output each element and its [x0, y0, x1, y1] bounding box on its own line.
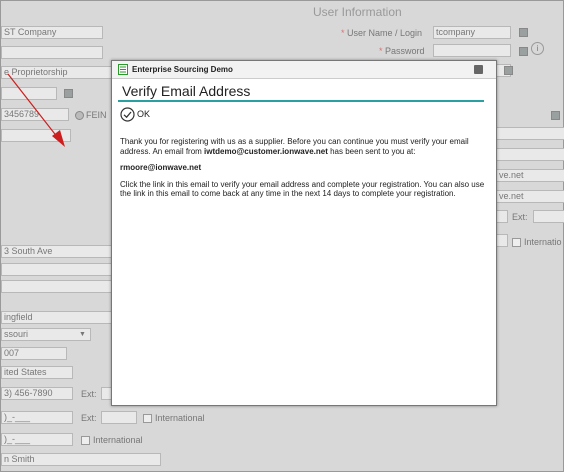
ok-label: OK	[137, 109, 151, 119]
modal-titlebar: Enterprise Sourcing Demo	[112, 61, 496, 79]
fein-radio-label[interactable]: FEIN	[75, 110, 107, 121]
phone-field[interactable]: 3) 456-7890	[1, 387, 73, 400]
contact-name-field[interactable]: n Smith	[1, 453, 161, 466]
phone-ext-label: Ext:	[81, 389, 97, 399]
mobile-intl-checkbox[interactable]	[81, 436, 90, 446]
fax-field[interactable]: )_-___	[1, 411, 73, 424]
red-arrow-annotation	[7, 73, 65, 147]
confirm-email-field[interactable]: ve.net	[496, 190, 564, 203]
modal-close-icon[interactable]	[474, 65, 483, 74]
right-ext-label: Ext:	[512, 212, 528, 222]
ok-button[interactable]: OK	[120, 106, 150, 122]
right-phone-field[interactable]	[496, 210, 508, 223]
dba-field[interactable]	[1, 46, 103, 59]
modal-window-title: Enterprise Sourcing Demo	[132, 65, 233, 74]
verify-email-modal: Enterprise Sourcing Demo Verify Email Ad…	[111, 60, 497, 406]
check-circle-icon	[120, 106, 135, 122]
email-field[interactable]: ve.net	[496, 169, 564, 182]
username-label: * User Name / Login	[341, 28, 423, 38]
right-intl-checkbox[interactable]	[512, 238, 521, 248]
app-window-icon	[118, 64, 128, 75]
country-field[interactable]: ited States	[1, 366, 73, 379]
sender-email: iwtdemo@customer.ionwave.net	[204, 146, 328, 156]
username-lookup-icon[interactable]	[519, 28, 528, 37]
state-select[interactable]: ssouri	[1, 328, 91, 341]
password-generate-icon[interactable]	[519, 47, 528, 56]
company-name-field[interactable]: ST Company	[1, 26, 103, 39]
city-field[interactable]: ingfield	[1, 311, 112, 324]
fax-intl-label: International	[143, 413, 205, 424]
right-phone2-field[interactable]	[496, 234, 508, 247]
right-ext-field[interactable]	[533, 210, 564, 223]
right-field-1[interactable]	[496, 127, 564, 140]
password-field[interactable]	[433, 44, 511, 57]
modal-heading: Verify Email Address	[122, 83, 251, 99]
info-icon[interactable]: i	[531, 42, 544, 55]
modal-body: Thank you for registering with us as a s…	[120, 137, 486, 206]
mobile-intl-label: International	[81, 435, 143, 446]
fax-ext-field[interactable]	[101, 411, 137, 424]
section-title: User Information	[313, 5, 402, 19]
modal-paragraph-1: Thank you for registering with us as a s…	[120, 137, 469, 156]
address2-field[interactable]	[1, 263, 112, 276]
fax-ext-label: Ext:	[81, 413, 97, 423]
username-field[interactable]: tcompany	[433, 26, 511, 39]
state-dropdown-icon[interactable]: ▼	[79, 331, 86, 338]
password-label: * Password	[379, 46, 425, 56]
right-intl-label: Internatio	[512, 237, 562, 248]
fax-intl-checkbox[interactable]	[143, 414, 152, 424]
recipient-email: rmoore@ionwave.net	[120, 163, 202, 172]
mobile-field[interactable]: )_-___	[1, 433, 73, 446]
right-field-2[interactable]	[496, 148, 564, 161]
fein-radio[interactable]	[75, 111, 84, 121]
modal-divider	[118, 100, 484, 102]
zip-field[interactable]: 007	[1, 347, 67, 360]
confirm-password-icon[interactable]	[504, 66, 513, 75]
modal-paragraph-2: Click the link in this email to verify y…	[120, 179, 485, 199]
address3-field[interactable]	[1, 280, 112, 293]
address1-field[interactable]: 3 South Ave	[1, 245, 112, 258]
right-calendar-icon[interactable]	[551, 111, 560, 120]
